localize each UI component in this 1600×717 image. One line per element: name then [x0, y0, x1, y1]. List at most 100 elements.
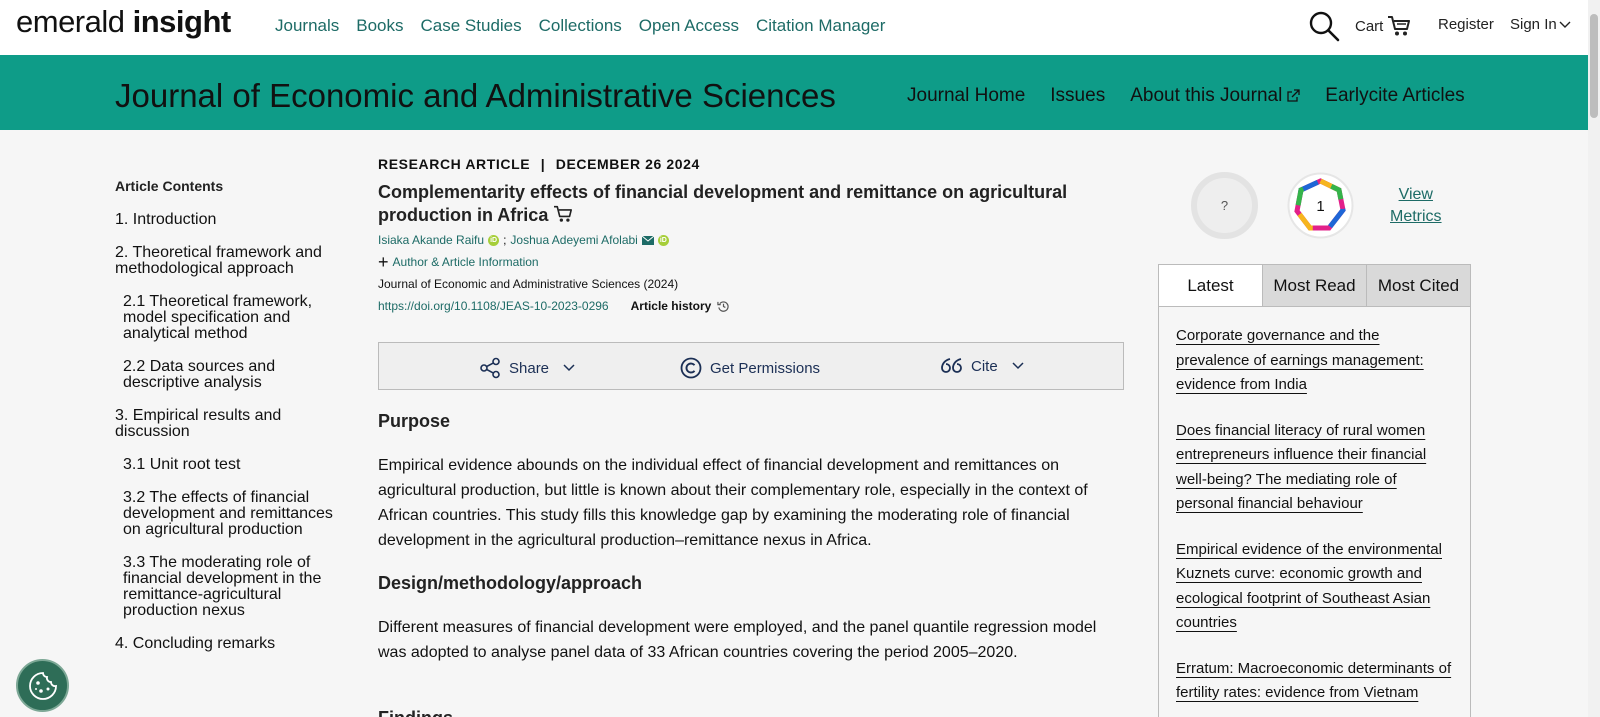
- article-link[interactable]: Corporate governance and the prevalence …: [1176, 327, 1424, 393]
- journal-banner: Journal of Economic and Administrative S…: [0, 55, 1588, 130]
- article-link[interactable]: Empirical evidence of the environmental …: [1176, 541, 1442, 632]
- list-item: Does financial literacy of rural women e…: [1176, 419, 1456, 517]
- article-history-toggle[interactable]: Article history: [631, 299, 731, 313]
- article-date: DECEMBER 26 2024: [555, 156, 700, 172]
- author-link[interactable]: Isiaka Akande Raifu: [378, 233, 484, 247]
- authors: Isiaka Akande Raifu iD ; Joshua Adeyemi …: [378, 233, 1126, 247]
- article-link[interactable]: Does financial literacy of rural women e…: [1176, 422, 1426, 513]
- list-item: Corporate governance and the prevalence …: [1176, 324, 1456, 398]
- nav-journals[interactable]: Journals: [275, 16, 339, 36]
- get-permissions-button[interactable]: Get Permissions: [680, 357, 820, 379]
- article-contents-heading: Article Contents: [115, 178, 224, 194]
- top-nav: emerald insight Journals Books Case Stud…: [0, 0, 1588, 55]
- nav-open-access[interactable]: Open Access: [639, 16, 739, 36]
- sign-in-label: Sign In: [1510, 16, 1557, 33]
- nav-citation-manager[interactable]: Citation Manager: [756, 16, 885, 36]
- dimensions-badge[interactable]: 1: [1282, 172, 1359, 239]
- author-info-label: Author & Article Information: [392, 255, 539, 269]
- toc-item-empirical-results[interactable]: 3. Empirical results and discussion: [115, 408, 340, 440]
- mail-icon[interactable]: [641, 235, 654, 245]
- abstract-purpose: Empirical evidence abounds on the indivi…: [378, 457, 1088, 549]
- journal-home-link[interactable]: Journal Home: [907, 85, 1025, 107]
- chevron-down-icon: [563, 364, 575, 372]
- issues-link[interactable]: Issues: [1050, 85, 1105, 107]
- cart-icon[interactable]: [553, 205, 573, 223]
- doi-row: https://doi.org/10.1108/JEAS-10-2023-029…: [378, 299, 1126, 313]
- sidebar-tabs: Latest Most Read Most Cited: [1158, 264, 1471, 307]
- view-metrics-label-2: Metrics: [1390, 208, 1442, 225]
- nav-books[interactable]: Books: [356, 16, 403, 36]
- cart-label: Cart: [1355, 17, 1384, 35]
- dimensions-icon: 1: [1287, 172, 1354, 239]
- dimensions-count: 1: [1316, 198, 1324, 215]
- journal-title[interactable]: Journal of Economic and Administrative S…: [115, 77, 836, 115]
- article-action-bar: Share Get Permissions Cite: [378, 342, 1124, 390]
- earlycite-link[interactable]: Earlycite Articles: [1325, 85, 1464, 107]
- main-links: Journals Books Case Studies Collections …: [275, 16, 885, 36]
- abstract-design: Different measures of financial developm…: [378, 619, 1097, 661]
- copyright-icon: [680, 357, 702, 379]
- share-icon: [480, 357, 500, 379]
- article-link[interactable]: Erratum: Macroeconomic determinants of f…: [1176, 660, 1451, 702]
- history-icon: [717, 300, 729, 312]
- article-kicker: RESEARCH ARTICLE | DECEMBER 26 2024: [378, 156, 1126, 172]
- kicker-separator: |: [540, 156, 546, 172]
- orcid-icon[interactable]: iD: [657, 234, 669, 246]
- about-journal-label: About this Journal: [1130, 85, 1283, 106]
- chevron-down-icon: [1559, 21, 1571, 28]
- share-button[interactable]: Share: [479, 357, 575, 379]
- author-link[interactable]: Joshua Adeyemi Afolabi: [510, 233, 637, 247]
- toc-item-data-sources[interactable]: 2.2 Data sources and descriptive analysi…: [115, 359, 340, 391]
- article-contents: Article Contents 1. Introduction 2. Theo…: [115, 178, 340, 669]
- cookie-icon: [28, 671, 57, 700]
- toc-item-introduction[interactable]: 1. Introduction: [115, 212, 340, 228]
- author-separator: ;: [503, 233, 507, 247]
- view-metrics-link[interactable]: View Metrics: [1390, 184, 1442, 228]
- quote-icon: [941, 358, 962, 373]
- article-title-text: Complementarity effects of financial dev…: [378, 182, 1068, 225]
- about-journal-link[interactable]: About this Journal: [1130, 85, 1300, 107]
- list-item: Erratum: Macroeconomic determinants of f…: [1176, 657, 1456, 706]
- external-link-icon: [1287, 89, 1300, 102]
- altmetric-badge[interactable]: ?: [1191, 172, 1258, 239]
- tab-most-cited[interactable]: Most Cited: [1366, 265, 1470, 306]
- cite-label: Cite: [971, 357, 998, 375]
- article-main: RESEARCH ARTICLE | DECEMBER 26 2024 Comp…: [378, 156, 1126, 717]
- orcid-icon[interactable]: iD: [488, 234, 500, 246]
- scrollbar-thumb[interactable]: [1590, 14, 1598, 118]
- logo-text-insight: insight: [132, 4, 232, 39]
- cart-icon: [1388, 16, 1411, 36]
- nav-collections[interactable]: Collections: [539, 16, 622, 36]
- doi-link[interactable]: https://doi.org/10.1108/JEAS-10-2023-029…: [378, 299, 609, 313]
- view-metrics-label-1: View: [1398, 186, 1433, 203]
- logo-text-emerald: emerald: [16, 4, 125, 39]
- page-scrollbar[interactable]: [1588, 0, 1600, 717]
- register-link[interactable]: Register: [1438, 16, 1494, 33]
- toc-item-theoretical-framework[interactable]: 2. Theoretical framework and methodologi…: [115, 245, 340, 277]
- section-heading-purpose: Purpose: [378, 411, 451, 431]
- section-heading-findings: Findings: [378, 708, 453, 717]
- emerald-insight-logo[interactable]: emerald insight: [16, 4, 231, 40]
- nav-case-studies[interactable]: Case Studies: [421, 16, 522, 36]
- sign-in-button[interactable]: Sign In: [1510, 16, 1571, 33]
- cite-button[interactable]: Cite: [941, 357, 1024, 375]
- tab-latest[interactable]: Latest: [1159, 265, 1262, 306]
- article-type: RESEARCH ARTICLE: [378, 156, 531, 172]
- toc-item-moderating-role[interactable]: 3.3 The moderating role of financial dev…: [115, 555, 340, 619]
- toc-item-concluding-remarks[interactable]: 4. Concluding remarks: [115, 636, 340, 652]
- share-label: Share: [509, 359, 550, 377]
- search-icon[interactable]: [1308, 10, 1340, 42]
- cookie-settings-button[interactable]: [16, 659, 69, 712]
- author-info-toggle[interactable]: + Author & Article Information: [378, 252, 1126, 272]
- section-heading-design: Design/methodology/approach: [378, 573, 643, 593]
- tab-most-read[interactable]: Most Read: [1262, 265, 1366, 306]
- toc-item-effects[interactable]: 3.2 The effects of financial development…: [115, 490, 340, 538]
- journal-nav: Journal Home Issues About this Journal E…: [907, 85, 1465, 107]
- plus-icon: +: [378, 252, 389, 272]
- toc-item-model-specification[interactable]: 2.1 Theoretical framework, model specifi…: [115, 294, 340, 342]
- cart-button[interactable]: Cart: [1355, 15, 1411, 37]
- article-title: Complementarity effects of financial dev…: [378, 181, 1098, 227]
- latest-articles-list: Corporate governance and the prevalence …: [1176, 324, 1456, 717]
- chevron-down-icon: [1012, 362, 1024, 370]
- toc-item-unit-root-test[interactable]: 3.1 Unit root test: [115, 457, 340, 473]
